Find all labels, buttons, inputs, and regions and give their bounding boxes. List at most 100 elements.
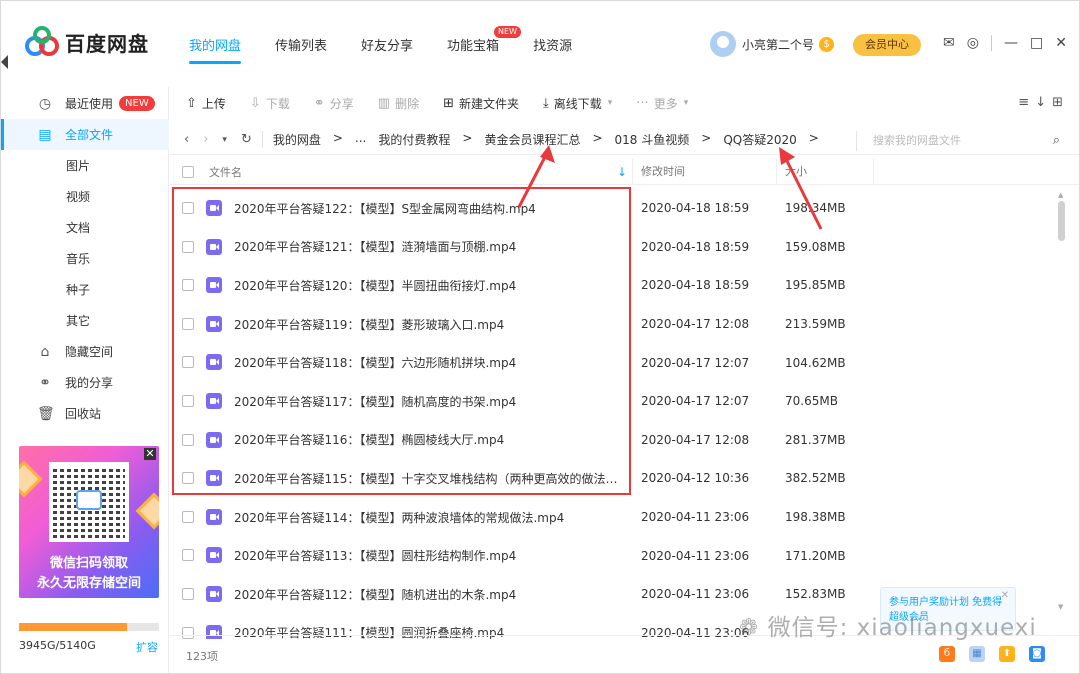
file-name[interactable]: 2020年平台答疑113：【模型】圆柱形结构制作.mp4 [234,547,624,564]
sidebar-item-others[interactable]: 其它 [1,305,169,336]
close-icon[interactable]: ✕ [1055,35,1067,51]
row-checkbox[interactable] [182,356,194,369]
delete-button[interactable]: ▥ 删除 [378,95,419,112]
row-checkbox[interactable] [182,510,194,523]
breadcrumb-item[interactable]: ... [355,131,366,148]
table-row[interactable]: 2020年平台答疑114：【模型】两种波浪墙体的常规做法.mp4 2020-04-… [170,498,1060,537]
close-icon[interactable]: ✕ [1001,590,1009,601]
forward-icon[interactable]: › [203,132,208,147]
file-name[interactable]: 2020年平台答疑115：【模型】十字交叉堆栈结构（两种更高效的做法）... [234,470,624,487]
back-icon[interactable]: ‹ [184,132,189,147]
file-name[interactable]: 2020年平台答疑121：【模型】涟漪墙面与顶棚.mp4 [234,238,624,255]
breadcrumb-separator: > [462,131,473,145]
table-row[interactable]: 2020年平台答疑115：【模型】十字交叉堆栈结构（两种更高效的做法）... 20… [170,459,1060,498]
sidebar-item-documents[interactable]: 文档 [1,212,169,243]
offline-download-button[interactable]: ⤓ 离线下载 ▾ [543,95,612,112]
search-icon[interactable]: ⌕ [1053,131,1060,151]
refresh-icon[interactable]: ↻ [241,132,252,147]
sidebar-item-images[interactable]: 图片 [1,150,169,181]
table-row[interactable]: 2020年平台答疑119：【模型】菱形玻璃入口.mp4 2020-04-17 12… [170,305,1060,344]
user-info[interactable]: 小亮第二个号 $ [710,31,835,57]
tab-find-resources[interactable]: 找资源 [533,35,572,64]
row-checkbox[interactable] [182,279,194,292]
apps-icon[interactable]: ▦ [969,646,985,662]
table-row[interactable]: 2020年平台答疑113：【模型】圆柱形结构制作.mp4 2020-04-11 2… [170,536,1060,575]
share-button[interactable]: ⚭ 分享 [314,95,354,112]
tab-friend-share[interactable]: 好友分享 [361,35,413,64]
tab-toolbox[interactable]: 功能宝箱 NEW [447,26,521,64]
row-checkbox[interactable] [182,317,194,330]
file-name[interactable]: 2020年平台答疑112：【模型】随机进出的木条.mp4 [234,586,624,603]
history-dropdown-icon[interactable]: ▾ [222,135,227,145]
sidebar-item-all-files[interactable]: ▤ 全部文件 [1,119,169,150]
file-name[interactable]: 2020年平台答疑117：【模型】随机高度的书架.mp4 [234,393,624,410]
maximize-icon[interactable]: □ [1030,35,1043,51]
file-name[interactable]: 2020年平台答疑122：【模型】S型金属网弯曲结构.mp4 [234,200,624,217]
breadcrumb-item[interactable]: 我的网盘 [273,131,321,148]
new-folder-button[interactable]: ⊞ 新建文件夹 [443,95,519,112]
clock-icon: ◷ [38,95,52,112]
table-row[interactable]: 2020年平台答疑122：【模型】S型金属网弯曲结构.mp4 2020-04-18… [170,189,1060,228]
row-checkbox[interactable] [182,202,194,214]
row-checkbox[interactable] [182,394,194,407]
settings-icon[interactable]: ◎ [967,35,979,51]
scroll-thumb[interactable] [1058,201,1065,241]
table-row[interactable]: 2020年平台答疑118：【模型】六边形随机拼块.mp4 2020-04-17 1… [170,343,1060,382]
select-all-checkbox[interactable] [182,166,194,178]
sidebar-item-hidden-space[interactable]: ⌂ 隐藏空间 [1,336,169,367]
table-row[interactable]: 2020年平台答疑121：【模型】涟漪墙面与顶棚.mp4 2020-04-18 1… [170,228,1060,267]
file-name[interactable]: 2020年平台答疑119：【模型】菱形玻璃入口.mp4 [234,316,624,333]
sort-icon[interactable]: ≡↓ [1018,95,1052,110]
header-name[interactable]: 文件名 [209,164,242,180]
table-row[interactable]: 2020年平台答疑117：【模型】随机高度的书架.mp4 2020-04-17 1… [170,382,1060,421]
header-size[interactable]: 大小 [776,159,807,185]
row-checkbox[interactable] [182,472,194,485]
row-checkbox[interactable] [182,433,194,446]
breadcrumb-item[interactable]: QQ答疑2020 [723,131,796,148]
sidebar-item-trash[interactable]: 🗑 回收站 [1,398,169,429]
breadcrumb-item[interactable]: 我的付费教程 [378,131,450,148]
close-icon[interactable]: ✕ [144,448,156,460]
file-name[interactable]: 2020年平台答疑116：【模型】椭圆棱线大厅.mp4 [234,431,624,448]
file-name[interactable]: 2020年平台答疑114：【模型】两种波浪墙体的常规做法.mp4 [234,509,624,526]
sidebar-item-music[interactable]: 音乐 [1,243,169,274]
avatar[interactable] [710,31,736,57]
row-checkbox[interactable] [182,549,194,562]
table-row[interactable]: 2020年平台答疑120：【模型】半圆扭曲衔接灯.mp4 2020-04-18 1… [170,266,1060,305]
user-name[interactable]: 小亮第二个号 [742,36,814,53]
scroll-up-icon[interactable]: ▲ [1058,191,1063,199]
download-button[interactable]: ⇩ 下载 [250,95,290,112]
search-input[interactable]: 搜索我的网盘文件 ⌕ [856,131,1060,151]
coin-icon[interactable]: $ [819,36,835,52]
file-name[interactable]: 2020年平台答疑120：【模型】半圆扭曲衔接灯.mp4 [234,277,624,294]
grid-view-icon[interactable]: ⊞ [1052,95,1069,110]
collapse-arrow-icon[interactable] [1,55,8,69]
breadcrumb-item[interactable]: 黄金会员课程汇总 [484,131,580,148]
view-toggle[interactable]: ≡↓⊞ [1018,95,1069,110]
file-name[interactable]: 2020年平台答疑118：【模型】六边形随机拼块.mp4 [234,354,624,371]
sidebar-item-torrents[interactable]: 种子 [1,274,169,305]
sort-arrow-icon[interactable]: ↓ [617,165,627,179]
more-button[interactable]: ··· 更多 ▾ [636,95,688,112]
sidebar-item-my-share[interactable]: ⚭ 我的分享 [1,367,169,398]
promo-banner[interactable]: ✕ 微信扫码领取 永久无限存储空间 [19,446,159,598]
breadcrumb-item[interactable]: 018 斗鱼视频 [615,131,690,148]
row-checkbox[interactable] [182,587,194,600]
sidebar-item-videos[interactable]: 视频 [1,181,169,212]
lock-icon[interactable]: ◙ [1029,646,1045,662]
upload-button[interactable]: ⇧ 上传 [186,95,226,112]
row-checkbox[interactable] [182,240,194,253]
header-time[interactable]: 修改时间 [632,159,685,185]
expand-storage-link[interactable]: 扩容 [136,639,158,655]
mail-icon[interactable]: ✉ [943,35,955,51]
scrollbar[interactable]: ▲ ▼ [1058,191,1065,611]
tab-my-disk[interactable]: 我的网盘 [189,35,242,64]
sidebar-item-recent[interactable]: ◷ 最近使用 NEW [1,88,169,119]
scroll-down-icon[interactable]: ▼ [1058,603,1063,611]
upgrade-icon[interactable]: ⬆ [999,646,1015,662]
vip-center-button[interactable]: 会员中心 [853,34,921,56]
minimize-icon[interactable]: — [1004,35,1018,51]
tab-transfer[interactable]: 传输列表 [275,35,327,64]
table-row[interactable]: 2020年平台答疑116：【模型】椭圆棱线大厅.mp4 2020-04-17 12… [170,421,1060,460]
b-icon[interactable]: б [939,646,955,662]
